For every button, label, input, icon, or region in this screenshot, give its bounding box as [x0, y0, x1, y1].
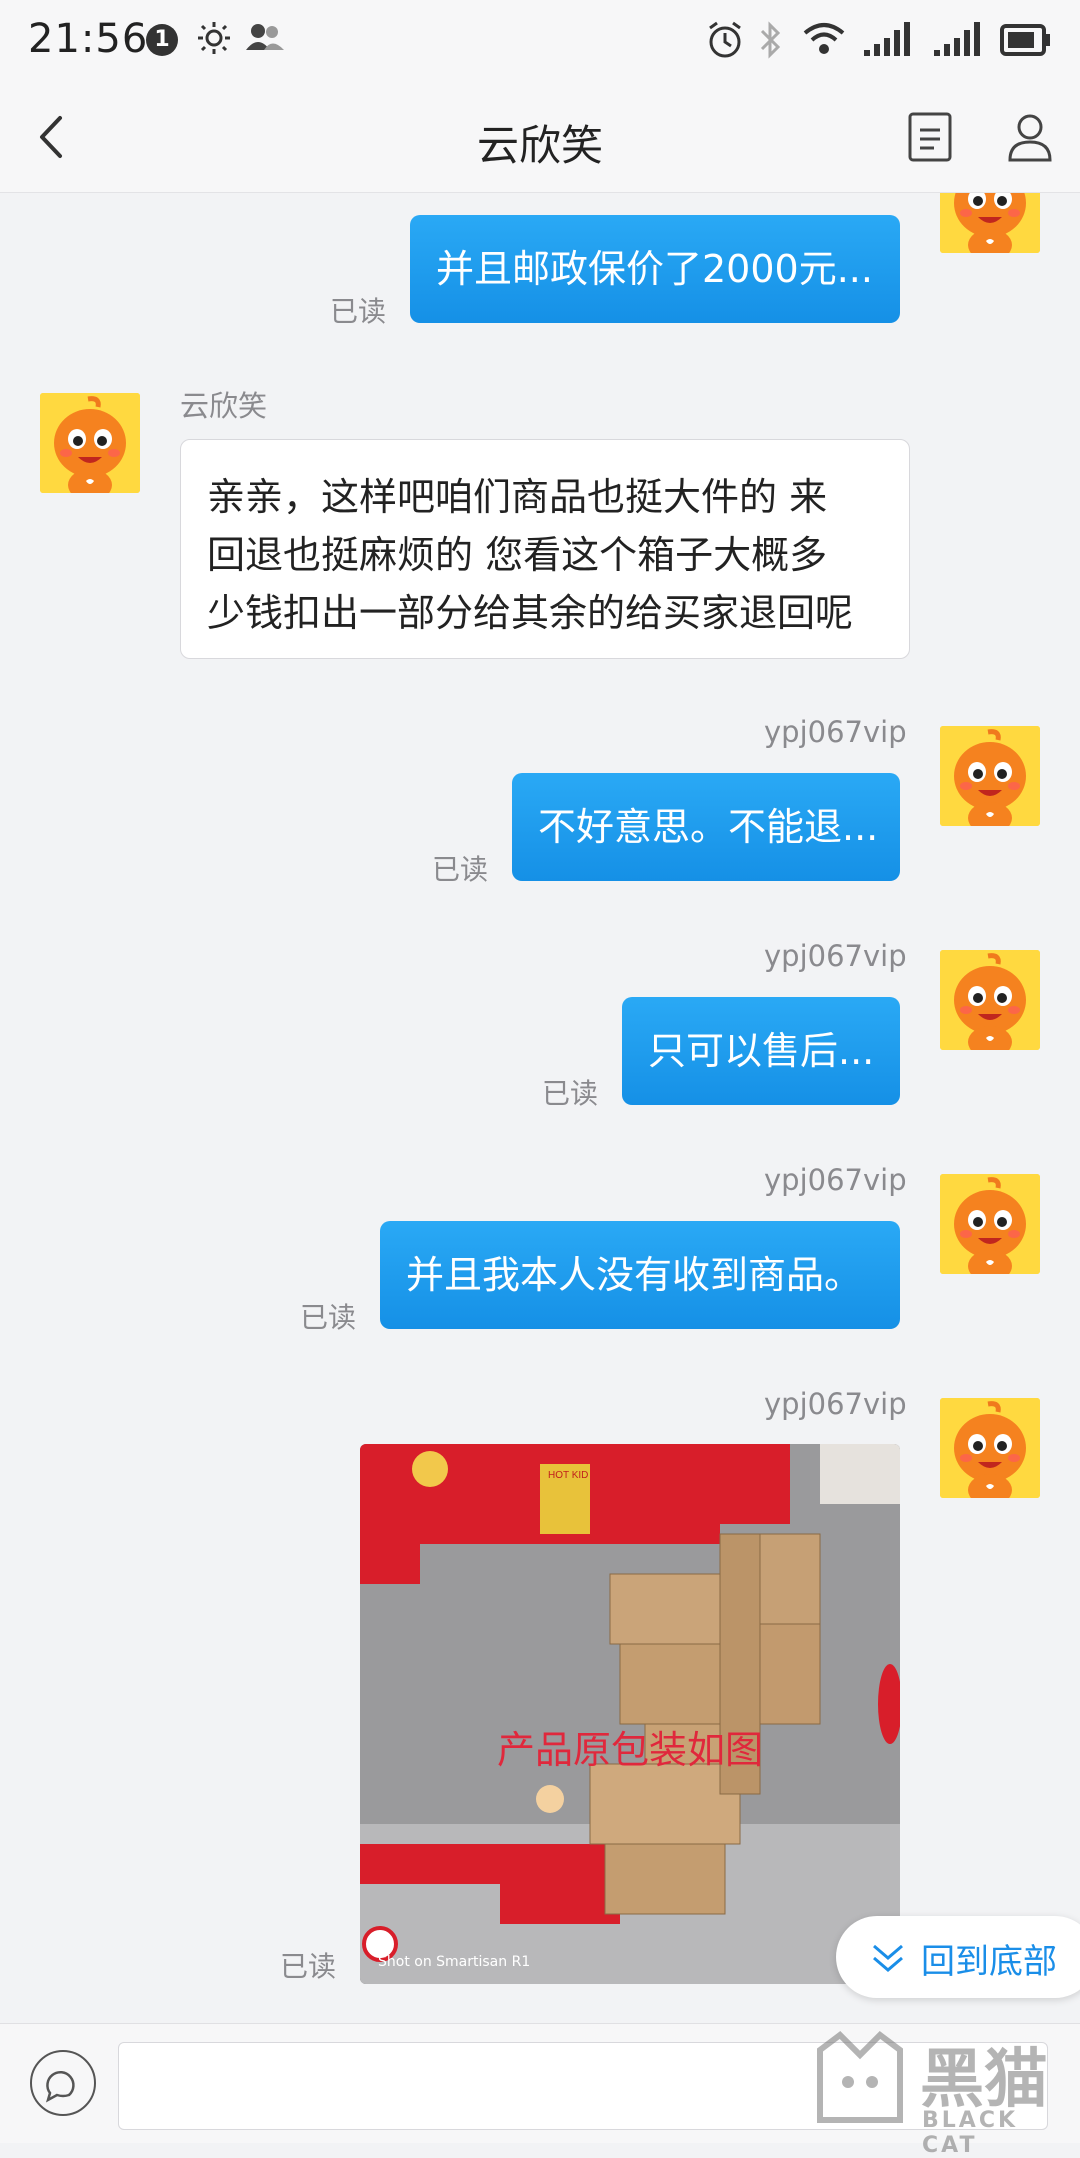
scroll-to-bottom-label: 回到底部	[921, 1942, 1057, 1982]
watermark-text: 黑猫	[920, 2043, 1048, 2117]
alarm-icon	[709, 21, 741, 58]
message-bubble[interactable]: 只可以售后...	[622, 997, 900, 1105]
sender-name: ypj067vip	[764, 939, 907, 973]
read-status: 已读	[330, 295, 387, 328]
chat-bubble-icon[interactable]	[28, 2048, 98, 2118]
message-line: 回退也挺麻烦的 您看这个箱子大概多	[207, 533, 828, 577]
message-bubble[interactable]: 不好意思。不能退...	[512, 773, 900, 881]
notification-badge: 1	[146, 24, 178, 56]
message-line: 亲亲，这样吧咱们商品也挺大件的 来	[207, 475, 828, 519]
double-chevron-down-icon	[873, 1944, 903, 1972]
user-icon[interactable]	[1006, 110, 1054, 164]
signal-2-icon	[934, 22, 980, 56]
sender-name: ypj067vip	[764, 1387, 907, 1421]
image-message[interactable]: HOT KID 产品原包装如图 Shot on Smartisan R1	[360, 1444, 900, 1984]
sign-text: HOT KID	[548, 1470, 588, 1481]
scroll-to-bottom-button[interactable]: 回到底部	[836, 1916, 1080, 1998]
read-status: 已读	[432, 853, 489, 886]
sender-name: ypj067vip	[764, 715, 907, 749]
status-time: 21:56	[28, 16, 149, 62]
message-bubble[interactable]: 并且我本人没有收到商品。	[380, 1221, 900, 1329]
warehouse-photo: HOT KID	[360, 1444, 900, 1984]
avatar[interactable]	[940, 950, 1040, 1050]
avatar[interactable]	[940, 1398, 1040, 1498]
read-status: 已读	[542, 1077, 599, 1110]
cat-logo-icon	[817, 2031, 903, 2123]
document-icon[interactable]	[906, 110, 954, 164]
avatar[interactable]	[940, 193, 1040, 253]
message-bubble[interactable]: 并且邮政保价了2000元...	[410, 215, 900, 323]
read-status: 已读	[300, 1301, 357, 1334]
sender-name: 云欣笑	[180, 389, 268, 423]
brightness-icon	[198, 22, 230, 54]
battery-icon	[1000, 24, 1050, 56]
message-line: 少钱扣出一部分给其余的给买家退回呢	[207, 591, 854, 635]
status-bar: 21:56 1	[0, 0, 1080, 82]
signal-1-icon	[864, 22, 910, 56]
image-watermark: Shot on Smartisan R1	[378, 1954, 531, 1970]
chat-header: 云欣笑	[0, 82, 1080, 193]
bluetooth-icon	[760, 21, 781, 59]
watermark-logo: 黑猫 BLACK CAT	[800, 2020, 1080, 2158]
avatar[interactable]	[40, 393, 140, 493]
avatar[interactable]	[940, 726, 1040, 826]
message-bubble[interactable]: 亲亲，这样吧咱们商品也挺大件的 来 回退也挺麻烦的 您看这个箱子大概多 少钱扣出…	[180, 439, 910, 659]
watermark-subtext: BLACK CAT	[922, 2108, 1019, 2158]
wifi-icon	[803, 23, 845, 54]
contacts-icon	[246, 24, 284, 50]
image-caption: 产品原包装如图	[496, 1728, 763, 1772]
message-list[interactable]: 并且邮政保价了2000元... 已读 云欣笑 亲亲，这样吧咱们商品也挺大件的 来…	[0, 193, 1080, 2023]
avatar[interactable]	[940, 1174, 1040, 1274]
read-status: 已读	[280, 1950, 337, 1983]
sender-name: ypj067vip	[764, 1163, 907, 1197]
